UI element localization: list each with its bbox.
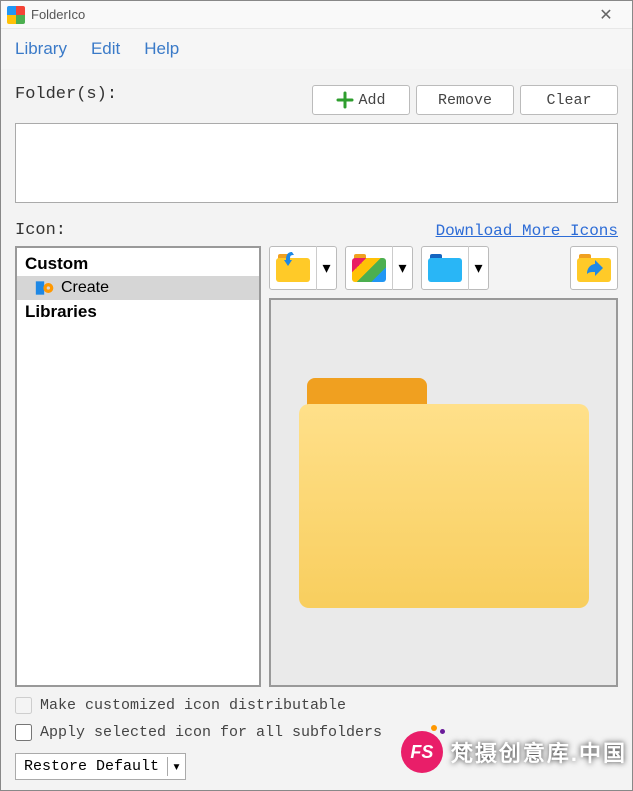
download-folder-button[interactable]: ▾: [269, 246, 337, 290]
menu-library[interactable]: Library: [15, 39, 67, 59]
colorful-folder-dropdown[interactable]: ▾: [392, 246, 412, 290]
watermark-text: 梵摄创意库.中国: [451, 736, 627, 768]
close-icon[interactable]: ✕: [586, 5, 626, 25]
download-folder-main[interactable]: [270, 246, 316, 290]
remove-button-label: Remove: [438, 92, 492, 109]
share-folder-main[interactable]: [571, 246, 617, 290]
sidebar-item-create-label: Create: [61, 279, 109, 297]
download-folder-dropdown[interactable]: ▾: [316, 246, 336, 290]
watermark-badge: FS: [401, 731, 443, 773]
app-icon: [7, 6, 25, 24]
restore-default-label: Restore Default: [16, 754, 167, 779]
blue-folder-button[interactable]: ▾: [421, 246, 489, 290]
share-folder-button[interactable]: [570, 246, 618, 290]
gear-icon: [35, 278, 55, 298]
icon-label: Icon:: [15, 221, 66, 240]
folder-list[interactable]: [15, 123, 618, 203]
right-pane: ▾ ▾ ▾: [269, 246, 618, 687]
blue-folder-main[interactable]: [422, 246, 468, 290]
window-title: FolderIco: [31, 7, 586, 22]
sidebar-custom-header: Custom: [17, 252, 259, 276]
folder-buttons: Add Remove Clear: [312, 85, 618, 115]
add-button[interactable]: Add: [312, 85, 410, 115]
subfolders-label: Apply selected icon for all subfolders: [40, 724, 382, 741]
sidebar-item-create[interactable]: Create: [17, 276, 259, 300]
folders-header-row: Folder(s): Add Remove Clear: [15, 85, 618, 115]
subfolders-checkbox[interactable]: [15, 724, 32, 741]
folder-preview-icon: [299, 378, 589, 608]
blue-folder-dropdown[interactable]: ▾: [468, 246, 488, 290]
icon-header-row: Icon: Download More Icons: [15, 221, 618, 240]
icon-source-sidebar: Custom Create Libraries: [15, 246, 261, 687]
watermark: FS 梵摄创意库.中国: [401, 731, 627, 773]
clear-button-label: Clear: [546, 92, 591, 109]
remove-button[interactable]: Remove: [416, 85, 514, 115]
menu-help[interactable]: Help: [144, 39, 179, 59]
content: Folder(s): Add Remove Clear Icon: Downlo…: [1, 69, 632, 790]
download-more-link[interactable]: Download More Icons: [436, 222, 618, 240]
folder-share-icon: [577, 254, 611, 282]
menu-edit[interactable]: Edit: [91, 39, 120, 59]
clear-button[interactable]: Clear: [520, 85, 618, 115]
icon-preview: [269, 298, 618, 687]
main-area: Custom Create Libraries ▾: [15, 246, 618, 687]
distributable-option[interactable]: Make customized icon distributable: [15, 697, 618, 714]
menubar: Library Edit Help: [1, 29, 632, 69]
distributable-label: Make customized icon distributable: [40, 697, 346, 714]
sidebar-libraries-header: Libraries: [17, 300, 259, 324]
add-button-label: Add: [358, 92, 385, 109]
main-window: FolderIco ✕ Library Edit Help Folder(s):…: [0, 0, 633, 791]
distributable-checkbox: [15, 697, 32, 714]
folders-label: Folder(s):: [15, 85, 117, 104]
titlebar: FolderIco ✕: [1, 1, 632, 29]
icon-action-buttons: ▾ ▾ ▾: [269, 246, 618, 290]
folder-blue-icon: [428, 254, 462, 282]
colorful-folder-main[interactable]: [346, 246, 392, 290]
plus-icon: [336, 91, 354, 109]
folder-colorful-icon: [352, 254, 386, 282]
colorful-folder-button[interactable]: ▾: [345, 246, 413, 290]
folder-download-icon: [276, 254, 310, 282]
restore-default-dropdown[interactable]: ▾: [167, 757, 185, 776]
restore-default-button[interactable]: Restore Default ▾: [15, 753, 186, 780]
